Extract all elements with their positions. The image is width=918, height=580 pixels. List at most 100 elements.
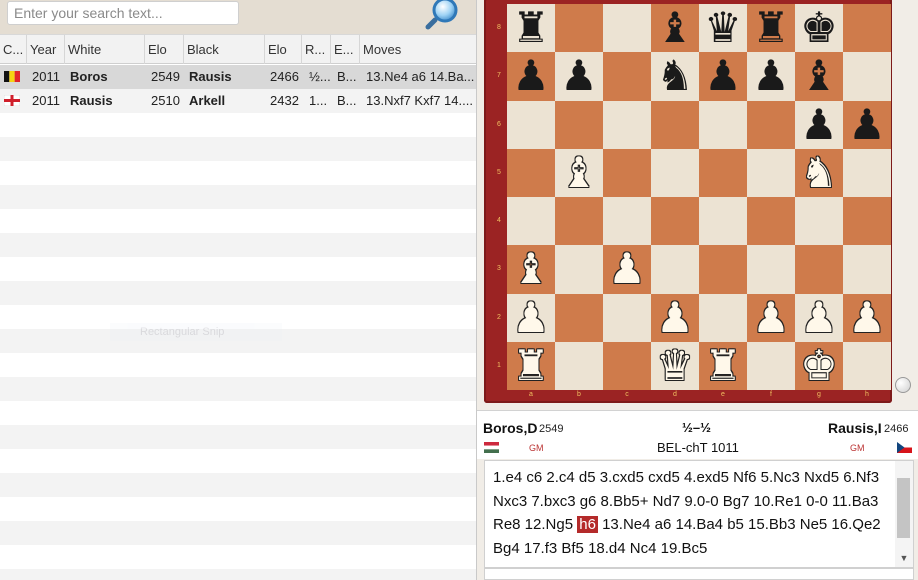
square-e5[interactable]: [699, 148, 747, 197]
black-pawn-icon[interactable]: ♟: [795, 100, 843, 149]
square-d4[interactable]: [651, 197, 699, 246]
square-b2[interactable]: [555, 293, 603, 342]
square-h1[interactable]: [843, 341, 891, 390]
black-king-icon[interactable]: ♚: [795, 4, 843, 52]
square-c6[interactable]: [603, 100, 651, 149]
search-bar: [0, 0, 476, 34]
square-e4[interactable]: [699, 197, 747, 246]
white-pawn-icon[interactable]: ♟: [747, 293, 795, 342]
white-queen-icon[interactable]: ♛: [651, 341, 699, 390]
current-move[interactable]: h6: [577, 516, 598, 533]
square-a6[interactable]: [507, 100, 555, 149]
file-label-f: f: [770, 391, 772, 398]
notation-panel[interactable]: 1.e4 c6 2.c4 d5 3.cxd5 cxd5 4.exd5 Nf6 5…: [484, 460, 914, 568]
white-rook-icon[interactable]: ♜: [507, 341, 555, 390]
col-result[interactable]: R...: [302, 35, 331, 64]
black-knight-icon[interactable]: ♞: [651, 52, 699, 100]
square-h8[interactable]: [843, 4, 891, 53]
square-a4[interactable]: [507, 197, 555, 246]
square-h4[interactable]: [843, 197, 891, 246]
square-b6[interactable]: [555, 100, 603, 149]
cell-white: Rausis: [70, 93, 113, 108]
square-b8[interactable]: [555, 4, 603, 53]
white-knight-icon[interactable]: ♞: [795, 148, 843, 197]
black-pawn-icon[interactable]: ♟: [843, 100, 891, 149]
black-player-elo: 2466: [884, 423, 909, 435]
square-c8[interactable]: [603, 4, 651, 53]
square-b4[interactable]: [555, 197, 603, 246]
black-pawn-icon[interactable]: ♟: [747, 52, 795, 100]
black-queen-icon[interactable]: ♛: [699, 4, 747, 52]
col-event[interactable]: E...: [331, 35, 360, 64]
search-input[interactable]: [7, 1, 239, 25]
rank-label-4: 4: [497, 217, 501, 224]
white-bishop-icon[interactable]: ♝: [507, 245, 555, 293]
square-d5[interactable]: [651, 148, 699, 197]
file-label-g: g: [817, 391, 821, 398]
black-rook-icon[interactable]: ♜: [747, 4, 795, 52]
square-e3[interactable]: [699, 245, 747, 294]
square-c7[interactable]: [603, 52, 651, 101]
square-d6[interactable]: [651, 100, 699, 149]
england-flag-icon: [4, 95, 20, 106]
black-bishop-icon[interactable]: ♝: [651, 4, 699, 52]
scroll-down-arrow-icon[interactable]: ▼: [896, 551, 912, 565]
white-rook-icon[interactable]: ♜: [699, 341, 747, 390]
square-h3[interactable]: [843, 245, 891, 294]
black-rook-icon[interactable]: ♜: [507, 4, 555, 52]
white-pawn-icon[interactable]: ♟: [603, 245, 651, 293]
cell-event: B...: [337, 93, 357, 108]
square-b3[interactable]: [555, 245, 603, 294]
square-g3[interactable]: [795, 245, 843, 294]
col-white[interactable]: White: [65, 35, 145, 64]
square-g4[interactable]: [795, 197, 843, 246]
square-c4[interactable]: [603, 197, 651, 246]
table-row[interactable]: 2011 Boros 2549 Rausis 2466 ½... B... 13…: [0, 65, 476, 89]
square-f4[interactable]: [747, 197, 795, 246]
col-year[interactable]: Year: [27, 35, 65, 64]
snip-tool-ghost: Rectangular Snip: [110, 323, 282, 341]
white-pawn-icon[interactable]: ♟: [651, 293, 699, 342]
col-white-elo[interactable]: Elo: [145, 35, 184, 64]
square-d3[interactable]: [651, 245, 699, 294]
col-moves[interactable]: Moves: [360, 35, 476, 64]
rank-label-5: 5: [497, 168, 501, 176]
notation-scroll-thumb[interactable]: [897, 478, 910, 538]
cell-event: B...: [337, 69, 357, 84]
col-black-elo[interactable]: Elo: [265, 35, 302, 64]
square-e2[interactable]: [699, 293, 747, 342]
chess-board[interactable]: ♜ ♝ ♛ ♜ ♚ ♟ ♟ ♞ ♟ ♟ ♝ ♟ ♟ ♝ ♞ ♝ ♟ ♟ ♟ ♟ ♟ ♟ ♜ ♛ ♜ ♚: [507, 4, 891, 390]
black-pawn-icon[interactable]: ♟: [555, 52, 603, 100]
cell-result: 1...: [309, 93, 328, 108]
square-h7[interactable]: [843, 52, 891, 101]
square-c5[interactable]: [603, 148, 651, 197]
black-pawn-icon[interactable]: ♟: [699, 52, 747, 100]
col-black[interactable]: Black: [184, 35, 265, 64]
black-pawn-icon[interactable]: ♟: [507, 52, 555, 100]
cell-black-elo: 2432: [270, 93, 299, 108]
square-f6[interactable]: [747, 100, 795, 149]
board-pane: ♜ ♝ ♛ ♜ ♚ ♟ ♟ ♞ ♟ ♟ ♝ ♟ ♟ ♝ ♞ ♝ ♟ ♟ ♟ ♟ ♟ ♟ ♜ ♛ ♜ ♚ 87654321abcde…: [477, 0, 918, 580]
white-player-name: Boros,D: [483, 420, 538, 436]
black-bishop-icon[interactable]: ♝: [795, 52, 843, 100]
grid-header: C... Year White Elo Black Elo R... E... …: [0, 34, 476, 64]
white-bishop-icon[interactable]: ♝: [555, 148, 603, 197]
square-b1[interactable]: [555, 341, 603, 390]
square-f5[interactable]: [747, 148, 795, 197]
square-h5[interactable]: [843, 148, 891, 197]
magnifier-icon[interactable]: [425, 0, 461, 30]
square-f1[interactable]: [747, 341, 795, 390]
white-pawn-icon[interactable]: ♟: [843, 293, 891, 342]
col-country[interactable]: C...: [0, 35, 27, 64]
board-frame: ♜ ♝ ♛ ♜ ♚ ♟ ♟ ♞ ♟ ♟ ♝ ♟ ♟ ♝ ♞ ♝ ♟ ♟ ♟ ♟ ♟ ♟ ♜ ♛ ♜ ♚ 87654321abcde…: [484, 0, 892, 403]
square-a5[interactable]: [507, 148, 555, 197]
white-pawn-icon[interactable]: ♟: [507, 293, 555, 342]
table-row[interactable]: 2011 Rausis 2510 Arkell 2432 1... B... 1…: [0, 89, 476, 113]
square-f3[interactable]: [747, 245, 795, 294]
square-c2[interactable]: [603, 293, 651, 342]
square-c1[interactable]: [603, 341, 651, 390]
square-e6[interactable]: [699, 100, 747, 149]
file-label-e: e: [721, 391, 725, 398]
white-king-icon[interactable]: ♚: [795, 341, 843, 390]
white-pawn-icon[interactable]: ♟: [795, 293, 843, 342]
